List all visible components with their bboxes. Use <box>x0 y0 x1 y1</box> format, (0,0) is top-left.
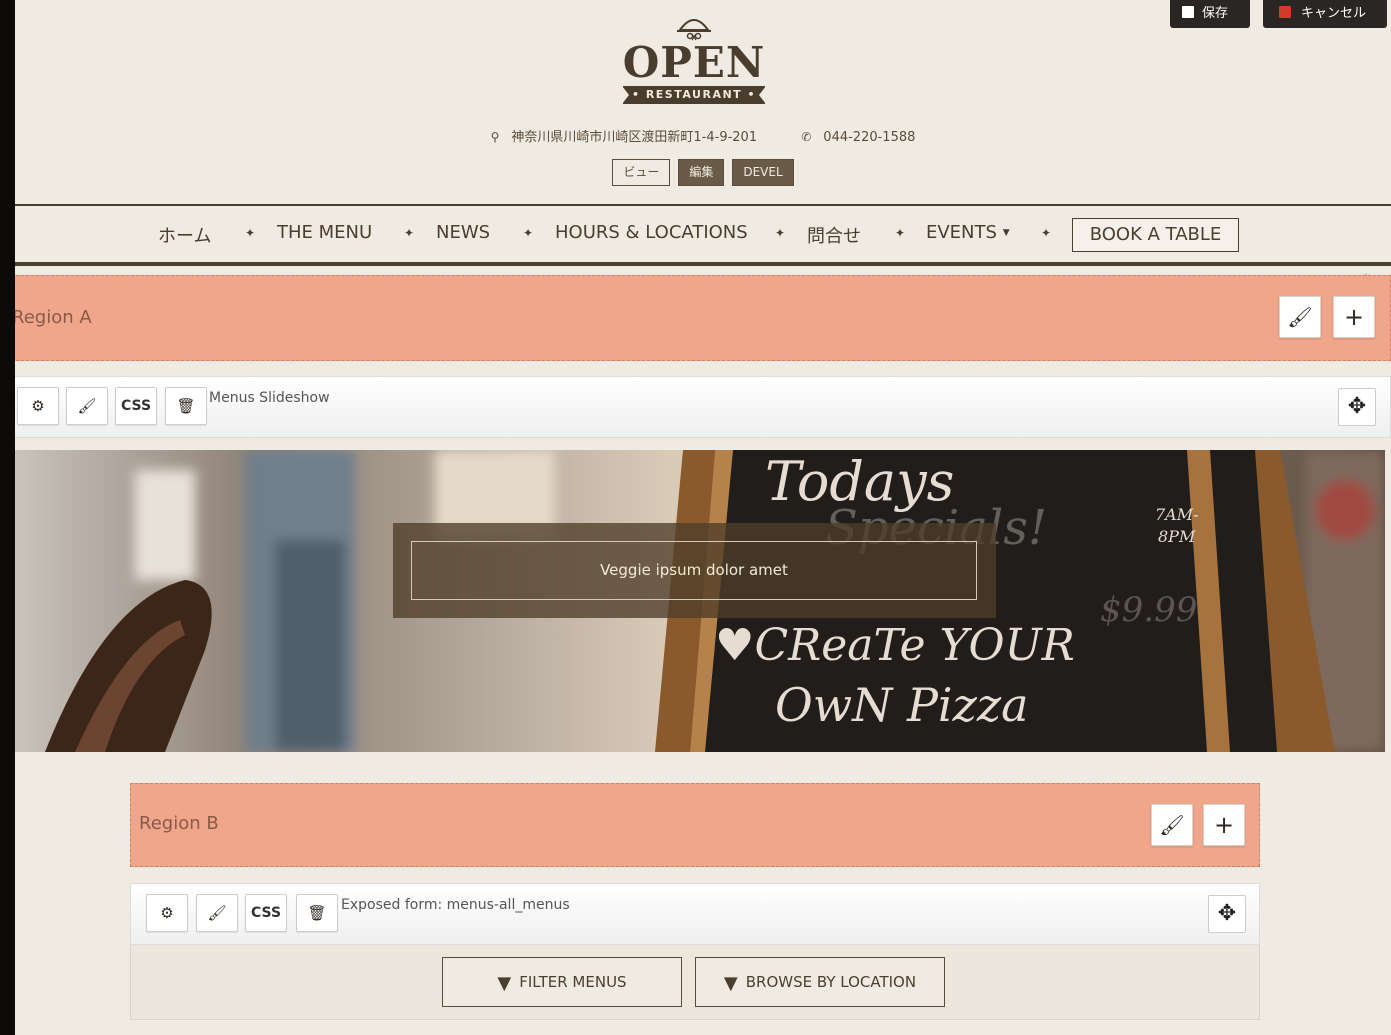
block-delete-button[interactable]: 🗑 <box>165 387 207 425</box>
region-a: Region A 🖌 + <box>15 275 1391 361</box>
block-style-button[interactable]: 🖌 <box>66 387 108 425</box>
block-title: Exposed form: menus-all_menus <box>341 897 570 913</box>
filter-menus-button[interactable]: ▼ FILTER MENUS <box>442 957 682 1007</box>
phone: ✆ 044-220-1588 <box>791 130 925 145</box>
nav-separator-icon: ✦ <box>895 226 906 240</box>
gears-icon: ⚙ <box>160 904 174 922</box>
nav-events[interactable]: EVENTS ▼ <box>926 222 1010 243</box>
nav-separator-icon: ✦ <box>1041 226 1052 240</box>
block-settings-button[interactable]: ⚙ <box>146 894 188 932</box>
board-line: 7AM- <box>1155 505 1199 524</box>
browse-by-location-button[interactable]: ▼ BROWSE BY LOCATION <box>695 957 945 1007</box>
address-text: 神奈川県川崎市川崎区渡田新町1-4-9-201 <box>511 130 758 145</box>
tab-devel[interactable]: DEVEL <box>732 159 794 186</box>
tab-edit[interactable]: 編集 <box>678 159 725 186</box>
brush-icon: 🖌 <box>77 397 97 415</box>
move-icon: ✥ <box>1217 901 1237 926</box>
logo-banner: • RESTAURANT • <box>622 86 766 104</box>
brush-icon: 🖌 <box>1159 813 1185 837</box>
board-line: $9.99 <box>1100 590 1198 630</box>
site-logo[interactable]: OPEN • RESTAURANT • <box>621 8 767 104</box>
nav-separator-icon: ✦ <box>245 226 256 240</box>
block-css-button[interactable]: CSS <box>115 387 157 425</box>
contact-info: ⚲ 神奈川県川崎市川崎区渡田新町1-4-9-201 ✆ 044-220-1588 <box>15 126 1391 145</box>
region-a-add-button[interactable]: + <box>1333 296 1375 338</box>
gears-icon: ⚙ <box>31 397 45 415</box>
block-move-handle[interactable]: ✥ <box>1338 388 1376 426</box>
phone-icon: ✆ <box>801 130 812 144</box>
save-label: 保存 <box>1202 6 1229 21</box>
address: ⚲ 神奈川県川崎市川崎区渡田新町1-4-9-201 <box>481 130 768 145</box>
block-title: Menus Slideshow <box>209 390 330 406</box>
block-toolbar-exposed-form: ⚙ 🖌 CSS 🗑 Exposed form: menus-all_menus … <box>130 883 1260 945</box>
close-icon <box>1279 6 1291 18</box>
view-tabs: ビュー 編集 DEVEL <box>15 159 1391 186</box>
region-b: Region B 🖌 + <box>130 783 1260 867</box>
move-icon: ✥ <box>1347 394 1367 419</box>
save-icon <box>1182 6 1194 18</box>
board-line: 8PM <box>1158 527 1196 546</box>
cloche-icon <box>677 19 711 41</box>
filter-menus-label: FILTER MENUS <box>519 973 627 991</box>
block-settings-button[interactable]: ⚙ <box>17 387 59 425</box>
nav-home[interactable]: ホーム <box>158 222 211 248</box>
block-css-button[interactable]: CSS <box>245 894 287 932</box>
book-a-table-button[interactable]: BOOK A TABLE <box>1072 218 1239 252</box>
nav-events-label: EVENTS <box>926 222 997 243</box>
page: 保存 キャンセル OPEN • RESTAURANT • ⚲ 神奈川県川崎市川崎区… <box>15 0 1391 1035</box>
window-edge <box>0 0 15 1035</box>
trash-icon: 🗑 <box>307 904 327 922</box>
nav-the-menu[interactable]: THE MENU <box>277 222 372 243</box>
brush-icon: 🖌 <box>1287 305 1313 329</box>
region-b-style-button[interactable]: 🖌 <box>1151 804 1193 846</box>
slideshow-caption: Veggie ipsum dolor amet <box>393 523 996 618</box>
caret-down-icon: ▼ <box>1002 228 1010 238</box>
slideshow-caption-text[interactable]: Veggie ipsum dolor amet <box>411 541 977 600</box>
browse-location-label: BROWSE BY LOCATION <box>745 973 917 991</box>
nav-separator-icon: ✦ <box>775 226 786 240</box>
block-toolbar-slideshow: ⚙ 🖌 CSS 🗑 Menus Slideshow ✥ <box>15 376 1391 438</box>
board-line: ♥CReaTe YOUR <box>715 620 1075 671</box>
block-move-handle[interactable]: ✥ <box>1208 895 1246 933</box>
tab-view[interactable]: ビュー <box>612 159 671 186</box>
region-b-add-button[interactable]: + <box>1203 804 1245 846</box>
filter-icon: ▼ <box>723 973 738 994</box>
menus-slideshow[interactable]: Todays Specials! 7AM- 8PM $9.99 ♥CReaTe … <box>15 450 1385 752</box>
trash-icon: 🗑 <box>176 397 196 415</box>
region-a-style-button[interactable]: 🖌 <box>1279 296 1321 338</box>
logo-word: OPEN <box>622 38 766 87</box>
plus-icon: + <box>1343 303 1365 331</box>
region-b-label: Region B <box>139 813 219 834</box>
nav-hours-locations[interactable]: HOURS & LOCATIONS <box>555 222 748 243</box>
board-line: OwN Pizza <box>775 678 1029 732</box>
region-a-label: Region A <box>15 307 92 328</box>
nav-contact[interactable]: 問合せ <box>807 222 861 248</box>
cancel-button[interactable]: キャンセル <box>1263 0 1387 28</box>
nav-news[interactable]: NEWS <box>436 222 490 243</box>
main-nav: ホーム ✦ THE MENU ✦ NEWS ✦ HOURS & LOCATION… <box>15 204 1391 266</box>
nav-separator-icon: ✦ <box>523 226 534 240</box>
brush-icon: 🖌 <box>207 904 227 922</box>
filter-icon: ▼ <box>497 973 512 994</box>
block-style-button[interactable]: 🖌 <box>196 894 238 932</box>
map-marker-icon: ⚲ <box>490 130 500 144</box>
cancel-label: キャンセル <box>1301 6 1367 21</box>
phone-text: 044-220-1588 <box>823 130 916 145</box>
plus-icon: + <box>1213 811 1235 839</box>
save-button[interactable]: 保存 <box>1170 0 1250 28</box>
block-delete-button[interactable]: 🗑 <box>296 894 338 932</box>
nav-separator-icon: ✦ <box>404 226 415 240</box>
